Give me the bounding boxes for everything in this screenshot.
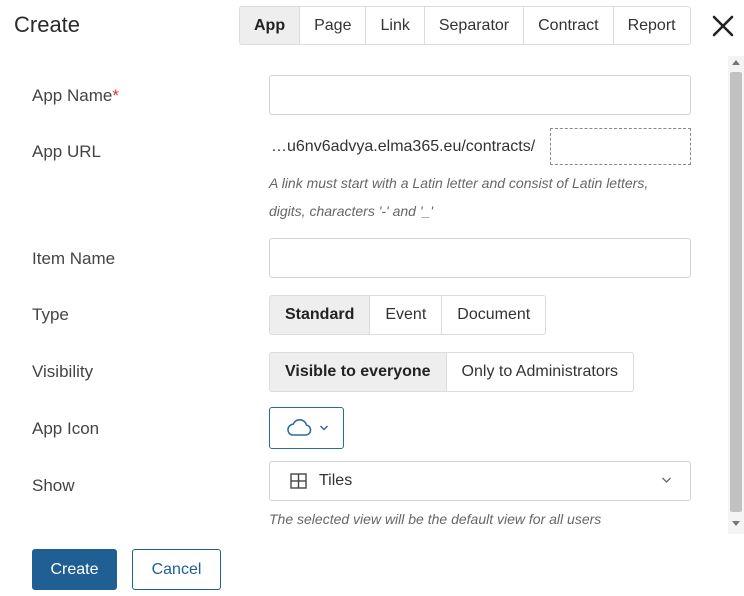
- close-button[interactable]: [711, 14, 735, 38]
- type-selector: Standard Event Document: [269, 295, 547, 335]
- cloud-icon: [286, 419, 311, 436]
- app-url-hint-line1: A link must start with a Latin letter an…: [269, 175, 649, 191]
- visibility-option-admins[interactable]: Only to Administrators: [446, 352, 635, 392]
- app-name-input[interactable]: [269, 75, 691, 115]
- visibility-option-everyone[interactable]: Visible to everyone: [269, 352, 447, 392]
- scroll-up-arrow-icon[interactable]: [732, 60, 740, 65]
- tab-page[interactable]: Page: [300, 6, 367, 45]
- type-label: Type: [32, 305, 69, 324]
- app-url-prefix: …u6nv6advya.elma365.eu/contracts/: [271, 138, 536, 155]
- type-option-event[interactable]: Event: [370, 295, 443, 335]
- show-hint: The selected view will be the default vi…: [269, 511, 602, 527]
- item-name-label: Item Name: [32, 249, 116, 268]
- create-button[interactable]: Create: [32, 549, 117, 590]
- tab-app[interactable]: App: [239, 6, 301, 45]
- app-icon-label: App Icon: [32, 419, 100, 438]
- app-url-hint: A link must start with a Latin letter an…: [269, 169, 648, 225]
- tab-separator[interactable]: Separator: [424, 6, 525, 45]
- cancel-button[interactable]: Cancel: [132, 549, 221, 590]
- show-selected-value: Tiles: [319, 472, 353, 489]
- type-option-document[interactable]: Document: [442, 295, 547, 335]
- chevron-down-icon: [662, 477, 671, 483]
- app-url-hint-line2: digits, characters '-' and '_': [269, 203, 433, 219]
- type-option-standard[interactable]: Standard: [269, 295, 371, 335]
- tab-contract[interactable]: Contract: [524, 6, 614, 45]
- grid-icon: [290, 473, 307, 489]
- tab-link[interactable]: Link: [366, 6, 425, 45]
- required-mark: *: [112, 86, 119, 105]
- app-url-input[interactable]: [550, 128, 691, 165]
- visibility-selector: Visible to everyone Only to Administrato…: [269, 352, 635, 392]
- scroll-down-arrow-icon[interactable]: [732, 521, 740, 526]
- show-label: Show: [32, 476, 75, 495]
- scrollbar[interactable]: [728, 56, 744, 534]
- show-view-select[interactable]: Tiles: [269, 461, 691, 501]
- scroll-thumb[interactable]: [730, 72, 742, 512]
- app-url-label: App URL: [32, 142, 101, 161]
- tab-report[interactable]: Report: [613, 6, 691, 45]
- app-name-label: App Name*: [32, 86, 119, 106]
- item-name-input[interactable]: [269, 238, 691, 278]
- close-icon: [712, 15, 734, 37]
- app-name-label-text: App Name: [32, 86, 113, 105]
- app-icon-picker[interactable]: [269, 407, 344, 449]
- type-tabs: App Page Link Separator Contract Report: [239, 6, 691, 45]
- chevron-down-icon: [319, 425, 328, 431]
- visibility-label: Visibility: [32, 362, 94, 381]
- dialog-title: Create: [14, 12, 81, 37]
